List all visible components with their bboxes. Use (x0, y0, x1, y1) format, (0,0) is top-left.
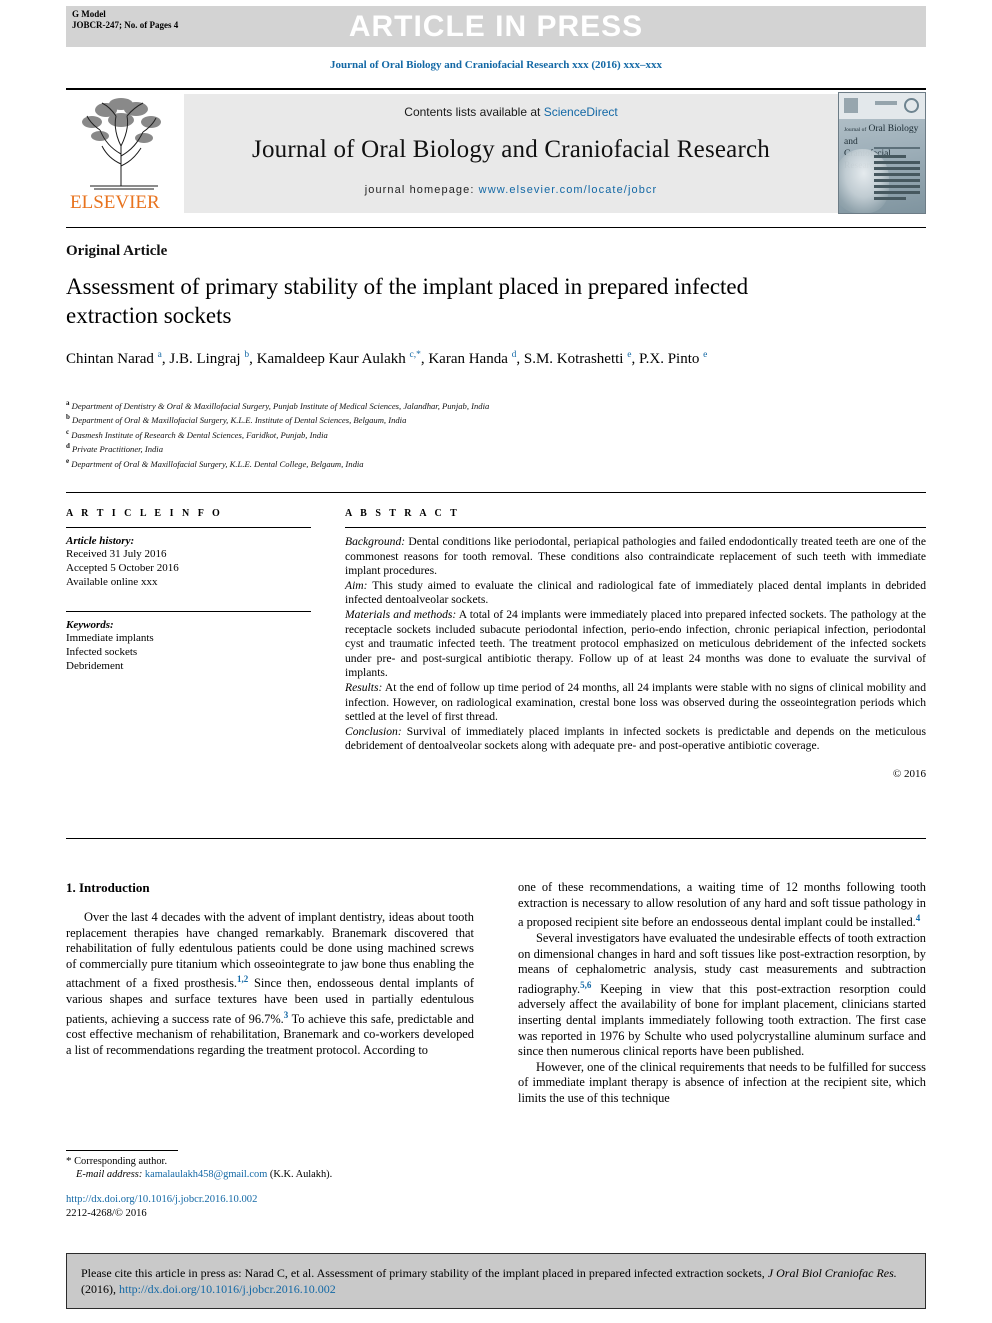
cover-divider (874, 147, 920, 149)
affiliation-item: b Department of Oral & Maxillofacial Sur… (66, 413, 407, 426)
masthead-bottom-rule (66, 227, 926, 228)
cite-text: Please cite this article in press as: Na… (67, 1254, 925, 1297)
article-info-rule (66, 527, 311, 528)
right-column-paragraphs: one of these recommendations, a waiting … (518, 880, 926, 1107)
cite-this-article-box: Please cite this article in press as: Na… (66, 1253, 926, 1309)
abstract-section: Aim: This study aimed to evaluate the cl… (345, 578, 926, 607)
keyword-item: Infected sockets (66, 646, 138, 658)
sciencedirect-link[interactable]: ScienceDirect (544, 105, 618, 119)
info-block-bottom-rule (66, 838, 926, 839)
elsevier-wordmark: ELSEVIER (70, 192, 160, 213)
email-label: E-mail address: (76, 1169, 143, 1180)
body-column-right: one of these recommendations, a waiting … (518, 880, 926, 1107)
abstract-section: Conclusion: Survival of immediately plac… (345, 724, 926, 753)
journal-masthead: ELSEVIER Contents lists available at Sci… (66, 88, 926, 214)
affiliation-item: d Private Practitioner, India (66, 442, 163, 455)
body-paragraph: However, one of the clinical requirement… (518, 1059, 926, 1105)
email-owner: (K.K. Aulakh). (269, 1169, 333, 1180)
abstract-section: Results: At the end of follow up time pe… (345, 680, 926, 724)
homepage-url-link[interactable]: www.elsevier.com/locate/jobcr (479, 184, 658, 196)
abstract-section-label: Aim: (345, 578, 368, 592)
cover-title-prefix: Journal of (844, 127, 867, 133)
cover-elsevier-icon (844, 98, 858, 113)
article-history-lines: Received 31 July 2016 Accepted 5 October… (66, 547, 311, 589)
affiliation-item: e Department of Oral & Maxillofacial Sur… (66, 456, 364, 469)
email-line: E-mail address: kamalaulakh458@gmail.com… (66, 1168, 486, 1181)
left-column-paragraphs: Over the last 4 decades with the advent … (66, 910, 474, 1059)
contents-list-line: Contents lists available at ScienceDirec… (184, 105, 838, 119)
cite-doi-link[interactable]: http://dx.doi.org/10.1016/j.jobcr.2016.1… (119, 1282, 336, 1296)
banner-title: ARTICLE IN PRESS (348, 10, 644, 43)
keywords-block: Keywords: Immediate implants Infected so… (66, 611, 311, 673)
history-line: Accepted 5 October 2016 (66, 562, 179, 574)
cite-journal-abbrev: J Oral Biol Craniofac Res. (767, 1266, 897, 1280)
cite-year: (2016), (81, 1282, 119, 1296)
journal-cover-thumbnail: Journal of Oral Biology and Craniofacial… (838, 92, 926, 214)
corresponding-author-text: Corresponding author. (74, 1156, 168, 1167)
cover-society-emblem-icon (904, 98, 919, 113)
article-info-column: A R T I C L E I N F O Article history: R… (66, 508, 311, 673)
footnote-block: * Corresponding author. E-mail address: … (66, 1155, 486, 1181)
abstract-body: Background: Dental conditions like perio… (345, 535, 926, 754)
affiliation-item: c Dasmesh Institute of Research & Dental… (66, 427, 328, 440)
body-paragraph: Several investigators have evaluated the… (518, 930, 926, 1059)
article-first-page: G Model JOBCR-247; No. of Pages 4 ARTICL… (0, 0, 992, 1323)
abstract-column: A B S T R A C T Background: Dental condi… (345, 508, 926, 780)
article-type-label: Original Article (66, 243, 168, 259)
article-info-heading: A R T I C L E I N F O (66, 508, 223, 519)
abstract-section-label: Conclusion: (345, 724, 402, 738)
abstract-copyright: © 2016 (892, 767, 926, 780)
masthead-center-panel: Contents lists available at ScienceDirec… (184, 94, 838, 213)
abstract-section: Background: Dental conditions like perio… (345, 535, 926, 578)
email-link[interactable]: kamalaulakh458@gmail.com (145, 1169, 267, 1180)
info-block-top-rule (66, 492, 926, 493)
elsevier-tree-logo: ELSEVIER (66, 94, 178, 214)
abstract-rule (345, 527, 926, 528)
history-line: Received 31 July 2016 (66, 548, 167, 560)
keyword-item: Debridement (66, 660, 124, 672)
abstract-section-label: Results: (345, 680, 383, 694)
journal-title: Journal of Oral Biology and Craniofacial… (252, 136, 770, 163)
article-in-press-banner: G Model JOBCR-247; No. of Pages 4 ARTICL… (66, 6, 926, 47)
homepage-label: journal homepage: (364, 184, 479, 196)
abstract-heading: A B S T R A C T (345, 508, 460, 519)
affiliation-item: a Department of Dentistry & Oral & Maxil… (66, 399, 490, 411)
article-history-label: Article history: (66, 535, 135, 547)
section-heading-introduction: 1. Introduction (66, 880, 150, 895)
keywords-rule (66, 611, 311, 612)
contents-prefix: Contents lists available at (404, 105, 544, 119)
body-paragraph: Over the last 4 decades with the advent … (66, 910, 475, 1057)
keywords-label: Keywords: (66, 619, 114, 631)
issn-copyright-line: 2212-4268/© 2016 (66, 1207, 147, 1219)
abstract-section-label: Background: (345, 535, 406, 548)
doi-link[interactable]: http://dx.doi.org/10.1016/j.jobcr.2016.1… (66, 1193, 257, 1207)
corresponding-author-line: * Corresponding author. (66, 1155, 486, 1168)
doi-block: http://dx.doi.org/10.1016/j.jobcr.2016.1… (66, 1193, 257, 1220)
page-title: Assessment of primary stability of the i… (66, 274, 749, 328)
cite-prefix: Please cite this article in press as: Na… (81, 1266, 768, 1280)
cover-barcode-lines (874, 155, 920, 203)
footnote-rule (66, 1150, 178, 1151)
body-column-left: 1. Introduction Over the last 4 decades … (66, 880, 474, 1059)
author-list: Chintan Narad a, J.B. Lingraj b, Kamalde… (66, 350, 708, 367)
abstract-section: Materials and methods: A total of 24 imp… (345, 607, 927, 680)
keyword-item: Immediate implants (66, 632, 154, 644)
history-line: Available online xxx (66, 576, 158, 588)
journal-homepage-line: journal homepage: www.elsevier.com/locat… (184, 184, 838, 196)
body-paragraph: one of these recommendations, a waiting … (518, 880, 926, 930)
running-head: Journal of Oral Biology and Craniofacial… (330, 59, 662, 71)
affiliation-list: a Department of Dentistry & Oral & Maxil… (66, 398, 916, 470)
cover-issn-mark (875, 101, 897, 105)
asterisk-icon: * (66, 1155, 72, 1167)
abstract-section-label: Materials and methods: (345, 607, 457, 621)
